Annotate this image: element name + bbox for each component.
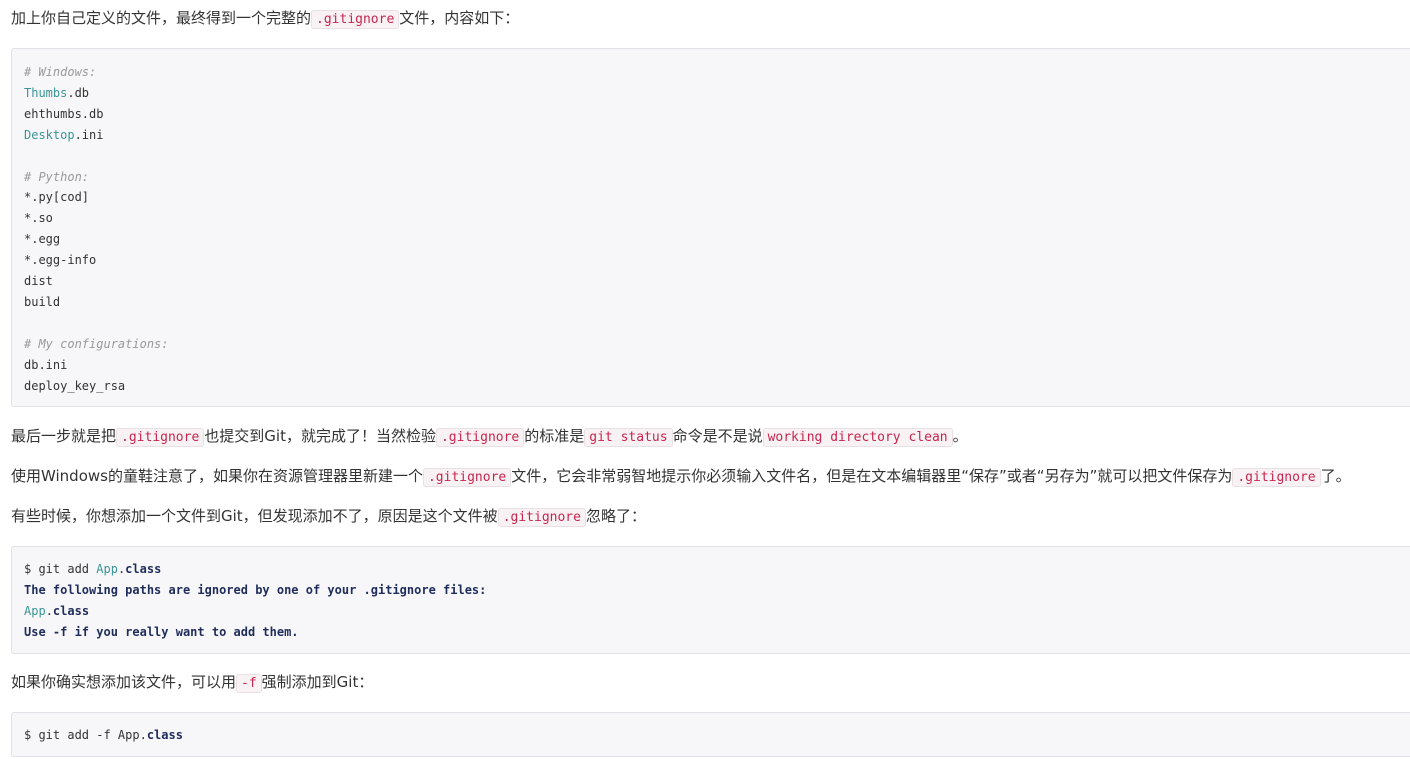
paragraph-force: 如果你确实想添加该文件，可以用 -f 强制添加到Git： <box>11 672 373 694</box>
code-token: Desktop <box>24 127 75 142</box>
code-token: *.egg-info <box>24 253 97 268</box>
code-line: db.ini <box>24 357 67 373</box>
paragraph-text: 强制添加到Git： <box>261 673 374 691</box>
code-token: $ git add <box>24 562 97 576</box>
code-token: # My configurations: <box>24 336 169 351</box>
code-token: class <box>146 728 183 742</box>
code-token: # Python: <box>24 169 90 184</box>
paragraph-windows-note: 使用Windows的童鞋注意了，如果你在资源管理器里新建一个 .gitignore… <box>11 466 1351 488</box>
code-token: Use -f if you really want to add them. <box>24 625 299 639</box>
paragraph-commit: 最后一步就是把 .gitignore 也提交到Git，就完成了！当然检验 .gitig… <box>11 426 968 448</box>
code-token: Thumbs <box>24 85 68 100</box>
code-token: *.py[cod] <box>24 190 90 205</box>
inline-code: working directory clean <box>762 428 953 447</box>
code-token: App <box>24 604 46 618</box>
code-token: . <box>45 604 53 618</box>
gitignore-code-block: # Windows: Thumbs.db ehthumbs.db Desktop.in… <box>11 48 1410 407</box>
code-line: *.egg <box>24 231 60 247</box>
code-line: *.py[cod] <box>24 189 89 205</box>
code-token: dist <box>24 274 53 288</box>
code-line: # My configurations: <box>24 336 169 352</box>
code-token: ehthumbs.db <box>24 106 104 121</box>
code-token: deploy_key_rsa <box>24 378 126 393</box>
inline-code: .gitignore <box>1232 468 1321 487</box>
inline-code: .gitignore <box>311 10 400 29</box>
paragraph-text: 了。 <box>1320 467 1351 485</box>
code-line: Use -f if you really want to add them. <box>24 624 299 640</box>
git-add-force-code-block: $ git add -f App.class <box>11 712 1410 757</box>
code-line: ehthumbs.db <box>24 106 103 122</box>
code-token: # Windows: <box>24 65 97 79</box>
paragraph-text: 有些时候，你想添加一个文件到Git，但发现添加不了，原因是这个文件被 <box>11 507 498 525</box>
code-token: *.so <box>24 211 53 226</box>
code-line: Thumbs.db <box>24 85 89 101</box>
code-line: build <box>24 294 60 310</box>
code-line: dist <box>24 273 53 289</box>
code-token: class <box>125 562 162 576</box>
article-content: 加上你自己定义的文件，最终得到一个完整的 .gitignore 文件，内容如下： #… <box>0 0 1410 759</box>
paragraph-text: 的标准是 <box>524 427 585 445</box>
paragraph-text: 加上你自己定义的文件，最终得到一个完整的 <box>11 9 312 27</box>
paragraph-text: 最后一步就是把 <box>11 427 117 445</box>
code-line: $ git add -f App.class <box>24 727 183 743</box>
inline-code: .gitignore <box>422 468 512 487</box>
code-token: The following paths are ignored by one o… <box>24 583 487 597</box>
code-token: class <box>52 604 90 618</box>
code-token: .db <box>67 85 90 100</box>
paragraph-text: 也提交到Git，就完成了！当然检验 <box>204 427 436 445</box>
code-line: # Windows: <box>24 64 96 80</box>
paragraph-text: 。 <box>952 427 968 445</box>
code-token: build <box>24 294 61 309</box>
paragraph-text: 文件，内容如下： <box>399 9 520 27</box>
code-line: # Python: <box>24 169 89 185</box>
paragraph-text: 如果你确实想添加该文件，可以用 <box>11 673 237 691</box>
inline-code: .gitignore <box>116 428 205 447</box>
inline-code: -f <box>236 674 262 693</box>
code-line: The following paths are ignored by one o… <box>24 582 486 598</box>
paragraph-text: 命令是不是说 <box>672 427 763 445</box>
code-line: $ git add App.class <box>24 561 161 577</box>
code-token: *.egg <box>24 232 61 247</box>
code-token: $ git add -f App. <box>24 728 147 742</box>
paragraph-text: 文件，它会非常弱智地提示你必须输入文件名，但是在文本编辑器里“保存”或者“另存为… <box>511 467 1233 485</box>
code-token: App <box>96 562 118 576</box>
inline-code: .gitignore <box>435 428 525 447</box>
code-line: *.egg-info <box>24 252 96 268</box>
paragraph-text: 使用Windows的童鞋注意了，如果你在资源管理器里新建一个 <box>11 467 423 485</box>
code-line: deploy_key_rsa <box>24 378 125 394</box>
inline-code: git status <box>584 428 673 447</box>
code-token: .ini <box>74 127 104 142</box>
code-token: db.ini <box>24 357 68 372</box>
git-add-code-block: $ git add App.class The following paths a… <box>11 546 1410 654</box>
code-line: *.so <box>24 210 53 226</box>
paragraph-ignored: 有些时候，你想添加一个文件到Git，但发现添加不了，原因是这个文件被 .gitig… <box>11 506 646 528</box>
code-line: Desktop.ini <box>24 127 103 143</box>
paragraph-intro: 加上你自己定义的文件，最终得到一个完整的 .gitignore 文件，内容如下： <box>11 8 519 30</box>
inline-code: .gitignore <box>497 508 586 527</box>
paragraph-text: 忽略了： <box>585 507 646 525</box>
code-line: App.class <box>24 603 89 619</box>
